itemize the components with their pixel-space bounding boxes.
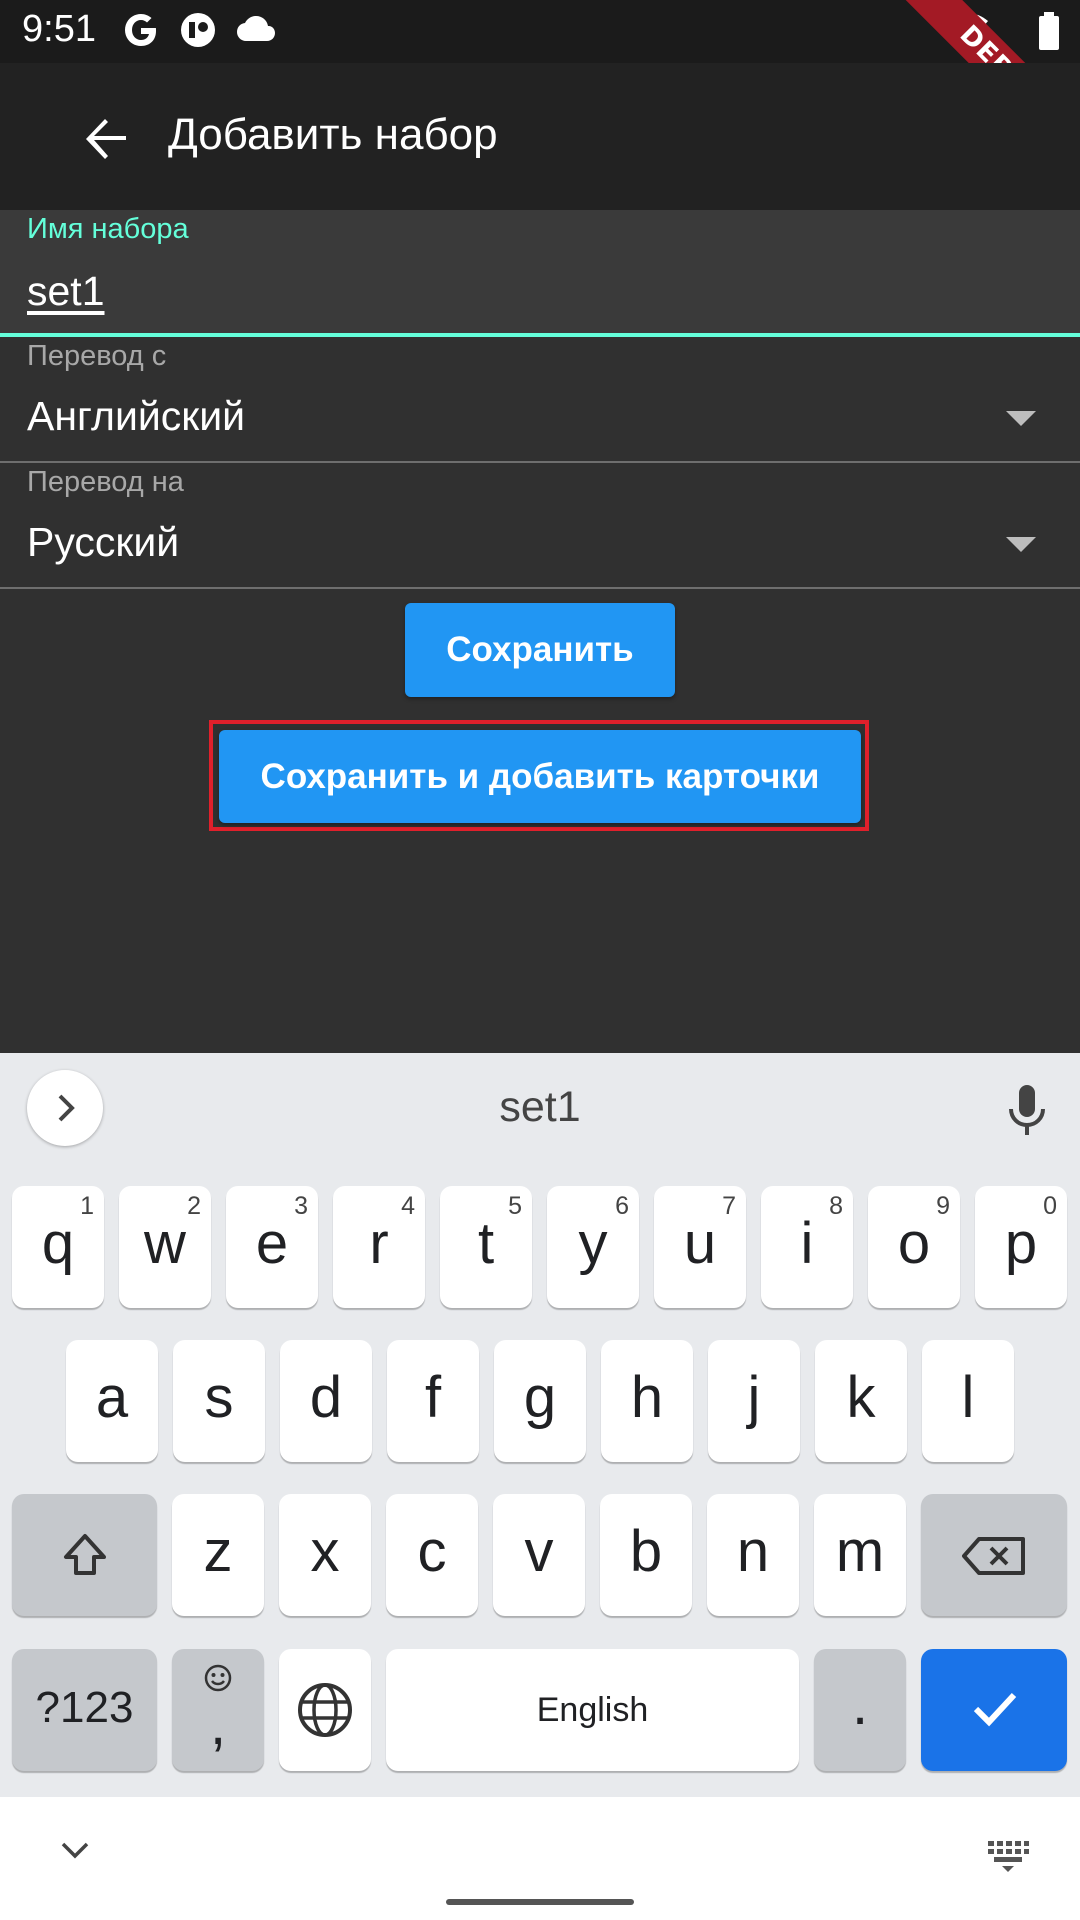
suggestion-bar: set1 bbox=[0, 1053, 1080, 1163]
space-key-label: English bbox=[536, 1691, 649, 1729]
key-y[interactable]: y6 bbox=[547, 1186, 639, 1308]
set-name-input[interactable]: set1 bbox=[27, 268, 105, 315]
shift-key[interactable] bbox=[12, 1494, 157, 1616]
done-key[interactable] bbox=[921, 1649, 1067, 1771]
translate-to-label: Перевод на bbox=[27, 466, 184, 498]
app-bar: Добавить набор bbox=[0, 63, 1080, 210]
suggestion-word[interactable]: set1 bbox=[0, 1083, 1080, 1132]
space-key[interactable]: English bbox=[386, 1649, 799, 1771]
emoji-comma-key-label: , bbox=[209, 1692, 227, 1757]
symbols-key[interactable]: ?123 bbox=[12, 1649, 157, 1771]
key-a[interactable]: a bbox=[66, 1340, 158, 1462]
key-z[interactable]: z bbox=[172, 1494, 264, 1616]
soft-keyboard: set1 q1w2e3r4t5y6u7i8o9p0 a s d f g h j k l z x c v b n… bbox=[0, 1053, 1080, 1920]
key-z-label: z bbox=[203, 1519, 233, 1584]
key-y-hint: 6 bbox=[615, 1192, 629, 1220]
key-v[interactable]: v bbox=[493, 1494, 585, 1616]
backspace-key[interactable] bbox=[921, 1494, 1067, 1616]
key-u-hint: 7 bbox=[722, 1192, 736, 1220]
key-t[interactable]: t5 bbox=[440, 1186, 532, 1308]
key-c[interactable]: c bbox=[386, 1494, 478, 1616]
key-p[interactable]: p0 bbox=[975, 1186, 1067, 1308]
key-k[interactable]: k bbox=[815, 1340, 907, 1462]
key-n-label: n bbox=[736, 1519, 770, 1584]
translate-to-value[interactable]: Русский bbox=[27, 519, 179, 566]
google-icon bbox=[125, 14, 156, 46]
status-time: 9:51 bbox=[22, 8, 96, 50]
key-m-label: m bbox=[835, 1519, 885, 1584]
key-j[interactable]: j bbox=[708, 1340, 800, 1462]
key-g-label: g bbox=[523, 1365, 557, 1430]
key-i-hint: 8 bbox=[829, 1192, 843, 1220]
notification-app-icon bbox=[181, 13, 215, 47]
key-v-label: v bbox=[524, 1519, 554, 1584]
key-s-label: s bbox=[204, 1365, 234, 1430]
key-l[interactable]: l bbox=[922, 1340, 1014, 1462]
key-q[interactable]: q1 bbox=[12, 1186, 104, 1308]
save-and-add-cards-button[interactable]: Сохранить и добавить карточки bbox=[219, 730, 861, 823]
divider bbox=[0, 587, 1080, 589]
key-i[interactable]: i8 bbox=[761, 1186, 853, 1308]
key-t-hint: 5 bbox=[508, 1192, 522, 1220]
globe-icon bbox=[298, 1683, 352, 1737]
page-title: Добавить набор bbox=[168, 110, 498, 159]
key-h[interactable]: h bbox=[601, 1340, 693, 1462]
battery-icon bbox=[1039, 12, 1059, 50]
translate-from-label: Перевод с bbox=[27, 340, 167, 372]
key-d[interactable]: d bbox=[280, 1340, 372, 1462]
keyboard-switch-icon[interactable] bbox=[986, 1839, 1030, 1873]
key-o[interactable]: o9 bbox=[868, 1186, 960, 1308]
mic-icon[interactable] bbox=[1003, 1083, 1051, 1139]
arrow-back-icon[interactable] bbox=[78, 111, 134, 167]
key-h-label: h bbox=[630, 1365, 664, 1430]
cloud-icon bbox=[237, 16, 275, 41]
dropdown-arrow-icon[interactable] bbox=[1006, 537, 1036, 552]
key-f[interactable]: f bbox=[387, 1340, 479, 1462]
key-e[interactable]: e3 bbox=[226, 1186, 318, 1308]
key-f-label: f bbox=[424, 1365, 442, 1430]
key-n[interactable]: n bbox=[707, 1494, 799, 1616]
symbols-key-label: ?123 bbox=[35, 1683, 134, 1732]
key-w-hint: 2 bbox=[187, 1192, 201, 1220]
key-r[interactable]: r4 bbox=[333, 1186, 425, 1308]
emoji-comma-key[interactable]: , bbox=[172, 1649, 264, 1771]
key-c-label: c bbox=[417, 1519, 447, 1584]
key-j-label: j bbox=[747, 1365, 761, 1430]
set-name-field[interactable]: Имя набора set1 bbox=[0, 210, 1080, 337]
key-x[interactable]: x bbox=[279, 1494, 371, 1616]
hide-keyboard-icon[interactable] bbox=[58, 1839, 92, 1861]
language-key[interactable] bbox=[279, 1649, 371, 1771]
key-d-label: d bbox=[309, 1365, 343, 1430]
translate-from-dropdown[interactable]: Перевод с Английский bbox=[0, 337, 1080, 463]
key-p-hint: 0 bbox=[1043, 1192, 1057, 1220]
period-key[interactable]: . bbox=[814, 1649, 906, 1771]
key-a-label: a bbox=[95, 1365, 129, 1430]
dropdown-arrow-icon[interactable] bbox=[1006, 411, 1036, 426]
key-x-label: x bbox=[310, 1519, 340, 1584]
key-s[interactable]: s bbox=[173, 1340, 265, 1462]
key-m[interactable]: m bbox=[814, 1494, 906, 1616]
period-key-label: . bbox=[851, 1672, 869, 1737]
home-indicator[interactable] bbox=[446, 1899, 634, 1905]
save-button[interactable]: Сохранить bbox=[405, 603, 675, 697]
key-b[interactable]: b bbox=[600, 1494, 692, 1616]
key-g[interactable]: g bbox=[494, 1340, 586, 1462]
translate-to-dropdown[interactable]: Перевод на Русский bbox=[0, 463, 1080, 589]
key-u[interactable]: u7 bbox=[654, 1186, 746, 1308]
key-r-hint: 4 bbox=[401, 1192, 415, 1220]
key-o-hint: 9 bbox=[936, 1192, 950, 1220]
key-q-hint: 1 bbox=[80, 1192, 94, 1220]
key-b-label: b bbox=[629, 1519, 663, 1584]
backspace-icon bbox=[962, 1537, 1025, 1575]
status-bar: 9:51 DEBUG bbox=[0, 0, 1080, 189]
translate-from-value[interactable]: Английский bbox=[27, 393, 245, 440]
emoji-icon bbox=[204, 1664, 232, 1692]
key-e-hint: 3 bbox=[294, 1192, 308, 1220]
set-name-label: Имя набора bbox=[27, 213, 189, 245]
key-w[interactable]: w2 bbox=[119, 1186, 211, 1308]
shift-icon bbox=[64, 1534, 106, 1575]
done-check-icon bbox=[973, 1692, 1017, 1727]
key-k-label: k bbox=[846, 1365, 876, 1430]
key-l-label: l bbox=[961, 1365, 975, 1430]
